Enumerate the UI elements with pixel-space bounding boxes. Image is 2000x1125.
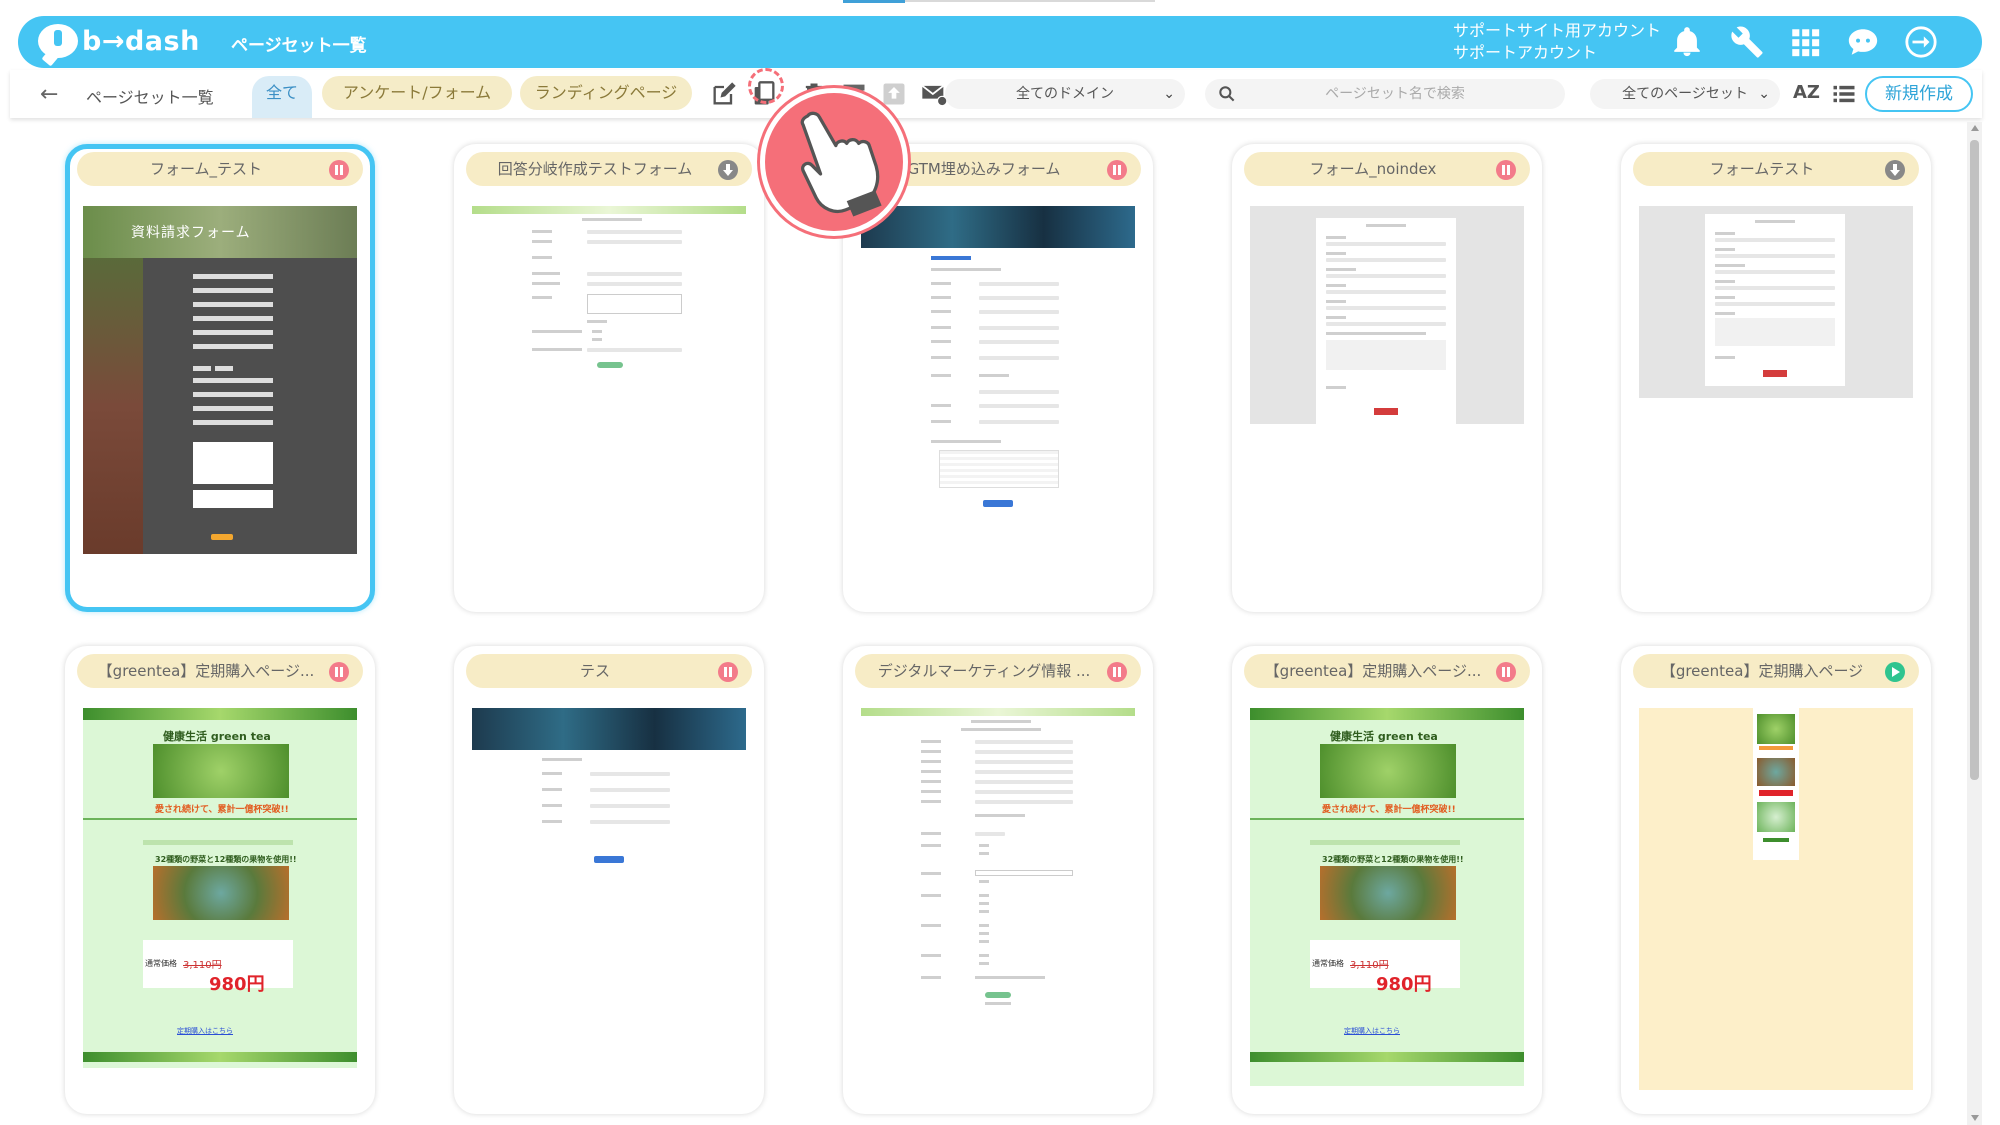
thumb-slogan: 愛され続けて、累計一億杯突破!! [1322, 805, 1456, 815]
card-title: 【greentea】定期購入ページ... [1244, 654, 1530, 688]
search-box[interactable] [1205, 79, 1565, 109]
sort-az-icon[interactable]: AZ [1793, 82, 1821, 110]
thumb-heading: 資料請求フォーム [131, 225, 251, 241]
pageset-card[interactable]: フォーム_noindex [1232, 144, 1542, 612]
thumb-slogan: 愛され続けて、累計一億杯突破!! [155, 805, 289, 815]
pause-status-icon[interactable] [1496, 160, 1516, 180]
page-thumbnail [1250, 206, 1524, 424]
pause-status-icon[interactable] [1107, 160, 1127, 180]
page-thumbnail [1639, 206, 1913, 398]
domain-select-value: 全てのドメイン [1016, 86, 1114, 102]
top-accent-bar [843, 0, 905, 3]
breadcrumb[interactable]: ページセット一覧 [86, 84, 214, 108]
download-status-icon[interactable] [1885, 160, 1905, 180]
top-scroll-indicator [905, 0, 1155, 2]
pause-status-icon[interactable] [329, 160, 349, 180]
thumb-regular-label: 通常価格 [1312, 959, 1344, 968]
pause-status-icon[interactable] [1496, 662, 1516, 682]
thumb-price: 980円 [1376, 974, 1432, 995]
tab-survey-form[interactable]: アンケート/フォーム [322, 76, 512, 110]
domain-select[interactable]: 全てのドメイン ⌄ [945, 79, 1185, 109]
edit-icon[interactable] [710, 80, 738, 108]
thumb-price: 980円 [209, 974, 265, 995]
toolbar: ← ページセット一覧 全て アンケート/フォーム ランディングページ 全てのドメ… [10, 70, 1982, 118]
card-title: テス [466, 654, 752, 688]
scroll-up-arrow-icon[interactable] [1971, 125, 1979, 131]
thumb-veg: 32種類の野菜と12種類の果物を使用!! [155, 855, 297, 864]
card-title: 回答分岐作成テストフォーム [466, 152, 752, 186]
account-user: サポートアカウント [1453, 43, 1598, 62]
page-thumbnail [472, 206, 746, 374]
apps-grid-icon[interactable] [1788, 25, 1822, 59]
pageset-card[interactable]: デジタルマーケティング情報 ... [843, 646, 1153, 1114]
thumb-veg: 32種類の野菜と12種類の果物を使用!! [1322, 855, 1464, 864]
page-thumbnail [861, 206, 1135, 510]
pageset-card[interactable]: 回答分岐作成テストフォーム [454, 144, 764, 612]
thumb-link: 定期購入はこちら [177, 1027, 233, 1035]
pageset-card[interactable]: テス [454, 646, 764, 1114]
page-thumbnail [472, 708, 746, 868]
page-title: ページセット一覧 [231, 36, 367, 56]
thumb-link: 定期購入はこちら [1344, 1027, 1400, 1035]
thumb-brand: 健康生活 green tea [1330, 730, 1438, 743]
wrench-icon[interactable] [1730, 25, 1764, 59]
pageset-card[interactable]: 【greentea】定期購入ページ... 健康生活 green tea 愛され続… [65, 646, 375, 1114]
back-arrow-icon[interactable]: ← [40, 82, 58, 107]
page-thumbnail: 健康生活 green tea 愛され続けて、累計一億杯突破!! 32種類の野菜と… [1250, 708, 1524, 1086]
bdash-logo[interactable]: b→dash [38, 24, 200, 58]
pageset-select-value: 全てのページセット [1622, 86, 1748, 102]
account-info[interactable]: サポートサイト用アカウント サポートアカウント [1453, 20, 1661, 64]
card-title: デジタルマーケティング情報 ... [855, 654, 1141, 688]
vertical-scrollbar[interactable] [1967, 122, 1982, 1125]
page-thumbnail [1639, 708, 1913, 1090]
scroll-down-arrow-icon[interactable] [1971, 1115, 1979, 1121]
published-status-icon[interactable] [1885, 662, 1905, 682]
app-header: b→dash ページセット一覧 サポートサイト用アカウント サポートアカウント [18, 16, 1982, 68]
card-title: 【greentea】定期購入ページ [1633, 654, 1919, 688]
search-icon [1219, 86, 1235, 102]
card-title: フォーム_テスト [77, 152, 363, 186]
thumb-brand: 健康生活 green tea [163, 730, 271, 743]
pause-status-icon[interactable] [329, 662, 349, 682]
bell-icon[interactable] [1670, 25, 1704, 59]
tab-landing-page[interactable]: ランディングページ [520, 76, 692, 110]
mail-settings-icon[interactable] [920, 80, 948, 108]
download-status-icon[interactable] [718, 160, 738, 180]
list-view-icon[interactable] [1830, 80, 1858, 108]
card-title: フォームテスト [1633, 152, 1919, 186]
card-title: 【greentea】定期購入ページ... [77, 654, 363, 688]
hand-pointer-icon [760, 88, 908, 236]
account-name: サポートサイト用アカウント [1453, 21, 1662, 40]
page-thumbnail [861, 708, 1135, 1018]
scroll-thumb[interactable] [1970, 140, 1979, 780]
page-thumbnail: 健康生活 green tea 愛され続けて、累計一億杯突破!! 32種類の野菜と… [83, 708, 357, 1068]
tab-all[interactable]: 全て [252, 76, 312, 118]
support-chat-icon[interactable] [1846, 25, 1880, 59]
thumb-old-price: 3,110円 [183, 960, 222, 971]
page-thumbnail: 資料請求フォーム [83, 206, 357, 554]
card-title: フォーム_noindex [1244, 152, 1530, 186]
pageset-card[interactable]: 【greentea】定期購入ページ [1621, 646, 1931, 1114]
chevron-down-icon: ⌄ [1163, 86, 1175, 102]
pageset-card[interactable]: フォームテスト [1621, 144, 1931, 612]
thumb-regular-label: 通常価格 [145, 959, 177, 968]
pause-status-icon[interactable] [1107, 662, 1127, 682]
pageset-select[interactable]: 全てのページセット ⌄ [1590, 79, 1780, 109]
pageset-card[interactable]: 【greentea】定期購入ページ... 健康生活 green tea 愛され続… [1232, 646, 1542, 1114]
logo-text: b→dash [82, 25, 200, 57]
chevron-down-icon: ⌄ [1758, 86, 1770, 102]
logout-icon[interactable] [1904, 25, 1938, 59]
logo-bubble-icon [38, 24, 78, 58]
search-input[interactable] [1245, 79, 1545, 109]
pause-status-icon[interactable] [718, 662, 738, 682]
pageset-card[interactable]: フォーム_テスト 資料請求フォーム [65, 144, 375, 612]
click-target-ring [748, 68, 784, 104]
thumb-old-price: 3,110円 [1350, 960, 1389, 971]
new-create-button[interactable]: 新規作成 [1865, 76, 1973, 112]
